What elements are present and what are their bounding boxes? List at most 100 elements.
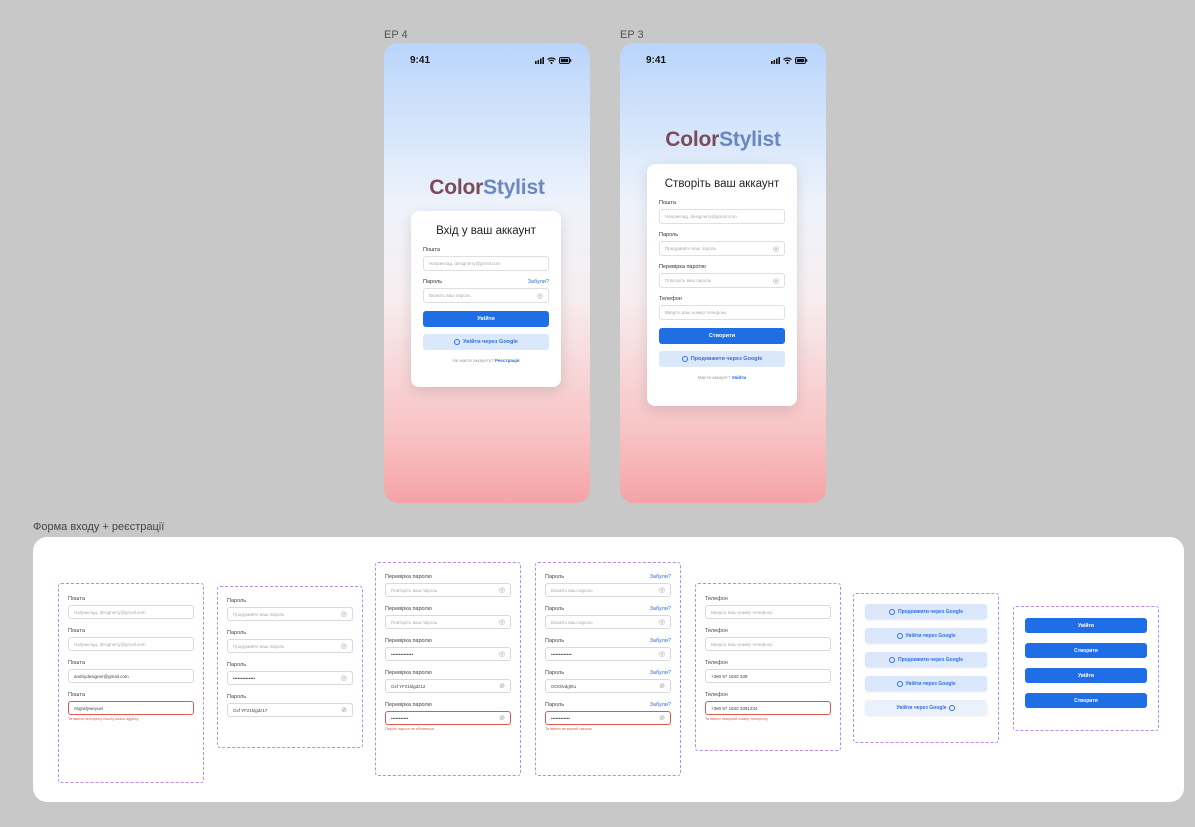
password-input[interactable]: Вкажіть ваш пароль ◎ [545,583,671,597]
confirm-field-5: Перевірка паролю ••••••••••• ⊘ Паролі парол… [385,702,511,731]
password-field-2: Пароль Придумайте ваш пароль ◎ [227,630,353,653]
login-password-variants: Пароль Забули? Вкажіть ваш пароль ◎ Пароль З… [535,562,681,776]
google-login-button[interactable]: Увійти через Google [865,676,987,691]
password-input[interactable]: ••••••••••••• ◎ [545,647,671,661]
eye-icon[interactable]: ◎ [773,277,779,285]
phone-input[interactable]: Введіть ваш номер телефону [659,305,785,320]
eye-icon[interactable]: ◎ [537,292,543,300]
phone-field-4: Телефон +380 97 1840 3391234 Ти ввели неві… [705,692,831,721]
phone-label: Телефон [659,296,682,302]
email-label: Пошта [659,200,676,206]
google-login-button-icon-right[interactable]: Увійти через Google [865,700,987,715]
login-password-field-2: Пароль Забули? Вкажіть ваш пароль ◎ [545,606,671,629]
google-login-button[interactable]: Увійти через Google [423,334,549,350]
forgot-password-link[interactable]: Забули? [650,574,671,580]
password-input[interactable]: •••••••••••••• ◎ [227,671,353,685]
confirm-password-input[interactable]: •••••••••••••• ◎ [385,647,511,661]
phone-input-error[interactable]: +380 97 1840 3391234 [705,701,831,715]
password-input-error[interactable]: •••••••••••• ⊘ [545,711,671,725]
create-button[interactable]: Створити [1025,643,1147,658]
register-prompt: Не маєте аккаунту? Реєстрація [452,358,520,363]
confirm-password-input[interactable]: Повторіть ваш пароль ◎ [385,615,511,629]
confirm-password-input[interactable]: Gxf YF21klgdz12 ⊘ [385,679,511,693]
create-account-button[interactable]: Створити [659,328,785,344]
eye-off-icon[interactable]: ⊘ [341,706,347,714]
email-field-1: Пошта Наприклад, designerry@gmail.com [68,596,194,619]
signal-icon [771,57,780,64]
login-prompt: Маєте аккаунт? Увійти [697,375,747,380]
status-icons [535,55,572,66]
forgot-password-link[interactable]: Забули? [650,702,671,708]
eye-icon[interactable]: ◎ [659,586,665,594]
google-login-button[interactable]: Увійти через Google [865,628,987,643]
eye-off-icon[interactable]: ⊘ [659,714,665,722]
confirm-password-input[interactable]: Повторіть ваш пароль ◎ [385,583,511,597]
login-link[interactable]: Увійти [732,375,746,380]
google-button-variants: Продовжити через Google Увійти через Goo… [853,593,999,743]
confirm-field-2: Перевірка паролю Повторіть ваш пароль ◎ [385,606,511,629]
confirm-password-input[interactable]: Повторіть ваш пароль ◎ [659,273,785,288]
confirm-field-3: Перевірка паролю •••••••••••••• ◎ [385,638,511,661]
status-icons [771,55,808,66]
password-input[interactable]: Gxf YF21klgdz17 ⊘ [227,703,353,717]
eye-icon[interactable]: ◎ [341,610,347,618]
login-button[interactable]: Увійти [1025,668,1147,683]
phone-input[interactable]: Введіть ваш номер телефону [705,605,831,619]
frame-label-register: EP 3 [620,29,644,41]
google-continue-button[interactable]: Продовжити через Google [865,652,987,667]
confirm-password-input-error[interactable]: ••••••••••• ⊘ [385,711,511,725]
eye-icon[interactable]: ◎ [341,642,347,650]
frame-label-login: EP 4 [384,29,408,41]
eye-icon[interactable]: ◎ [659,618,665,626]
eye-icon[interactable]: ◎ [499,618,505,626]
email-input[interactable]: Наприклад, designerry@gmail.com [423,256,549,271]
eye-icon[interactable]: ◎ [499,586,505,594]
google-icon [949,704,956,711]
phone-input[interactable]: Введіть ваш номер телефону [705,637,831,651]
forgot-password-link[interactable]: Забули? [650,606,671,612]
email-input[interactable]: andriydesigner@gmail.com [68,669,194,683]
confirm-field-4: Перевірка паролю Gxf YF21klgdz12 ⊘ [385,670,511,693]
password-input[interactable]: OOOlvdghtu ⊘ [545,679,671,693]
forgot-password-link[interactable]: Забули? [650,670,671,676]
login-phone-screen: 9:41 ColorStylist Вхід у ваш аккаунт Пош… [384,43,590,503]
forgot-password-link[interactable]: Забули? [650,638,671,644]
login-button[interactable]: Увійти [1025,618,1147,633]
eye-icon[interactable]: ◎ [659,650,665,658]
eye-icon[interactable]: ◎ [773,245,779,253]
password-input[interactable]: Придумайте ваш пароль ◎ [227,639,353,653]
email-field-variants: Пошта Наприклад, designerry@gmail.com Пош… [58,583,204,783]
email-field-2: Пошта Наприклад, designerry@gmail.com [68,628,194,651]
email-input-error[interactable]: rtsgrafyweyuei [68,701,194,715]
password-input[interactable]: Придумайте ваш пароль ◎ [659,241,785,256]
status-time: 9:41 [646,55,667,66]
google-continue-button[interactable]: Продовжити через Google [865,604,987,619]
eye-off-icon[interactable]: ⊘ [659,682,665,690]
password-input[interactable]: Вкажіть ваш пароль ◎ [545,615,671,629]
eye-icon[interactable]: ◎ [341,674,347,682]
google-icon [681,356,688,362]
phone-input[interactable]: +380 97 1840 339 [705,669,831,683]
login-password-field-3: Пароль Забули? ••••••••••••• ◎ [545,638,671,661]
forgot-password-link[interactable]: Забули? [528,279,549,285]
password-input[interactable]: Придумайте ваш пароль ◎ [227,607,353,621]
confirm-password-label: Перевірка паролю [659,264,706,270]
email-field-3: Пошта andriydesigner@gmail.com [68,660,194,683]
status-bar: 9:41 [410,55,572,66]
phone-field-1: Телефон Введіть ваш номер телефону [705,596,831,619]
register-link[interactable]: Реєстрація [495,358,519,363]
email-input[interactable]: Наприклад, designerry@gmail.com [68,637,194,651]
status-time: 9:41 [410,55,431,66]
email-input[interactable]: Наприклад, designerry@gmail.com [68,605,194,619]
error-message: Ти ввела неіснуючу пошту якась адресу [68,717,139,721]
password-input[interactable]: Вкажіть ваш пароль ◎ [423,288,549,303]
create-button[interactable]: Створити [1025,693,1147,708]
eye-off-icon[interactable]: ⊘ [499,682,505,690]
eye-icon[interactable]: ◎ [499,650,505,658]
google-continue-button[interactable]: Продовжити через Google [659,351,785,367]
phone-field-2: Телефон Введіть ваш номер телефону [705,628,831,651]
login-button[interactable]: Увійти [423,311,549,327]
email-input[interactable]: Наприклад, designerry@gmail.com [659,209,785,224]
primary-button-variants: Увійти Створити Увійти Створити [1013,606,1159,731]
eye-off-icon[interactable]: ⊘ [499,714,505,722]
